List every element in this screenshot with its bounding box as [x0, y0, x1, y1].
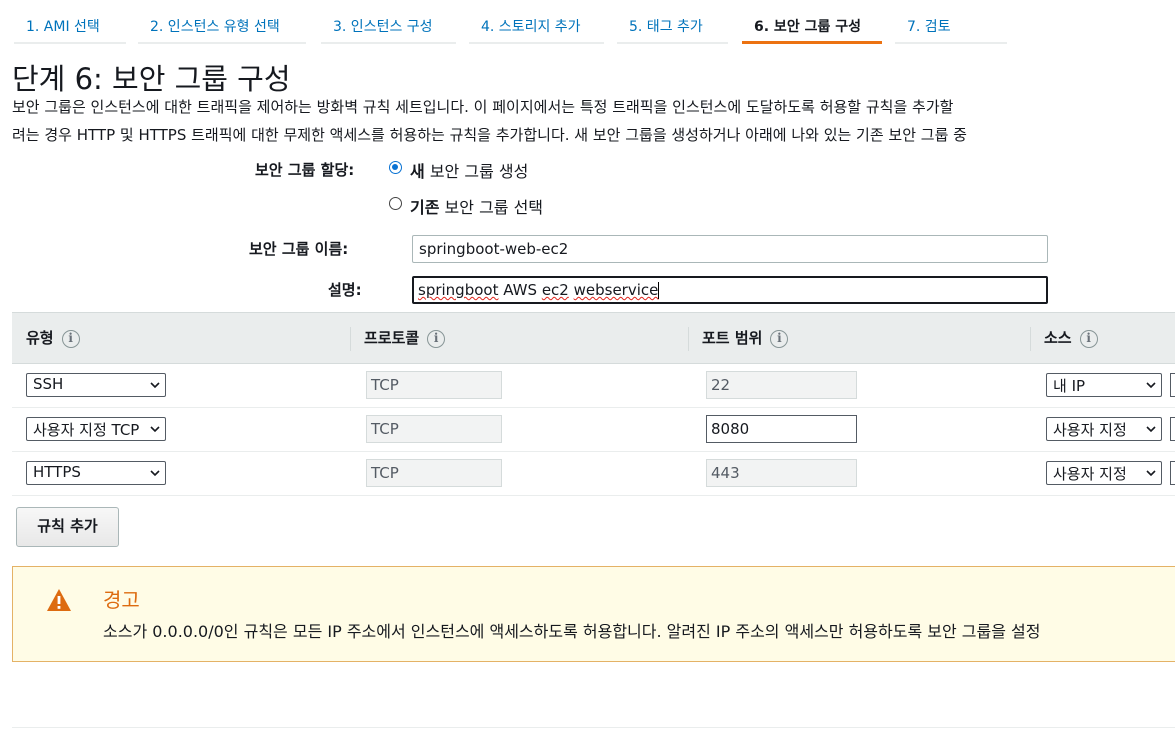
chevron-down-icon — [150, 470, 160, 477]
radio-existing-label[interactable]: 기존 보안 그룹 선택 — [410, 194, 543, 218]
column-divider — [688, 327, 689, 351]
rule-type-select[interactable]: 사용자 지정 TCP — [26, 417, 166, 441]
rule-source-cidr-input[interactable] — [1170, 373, 1175, 397]
rule-port-input[interactable]: 8080 — [706, 415, 857, 443]
rule-type-select[interactable]: SSH — [26, 373, 166, 397]
column-divider — [350, 327, 351, 351]
wizard-step-ami[interactable]: 1. AMI 선택 — [14, 0, 126, 44]
description-input[interactable]: springboot AWS ec2 webservice — [412, 276, 1048, 304]
warning-alert: 경고 소스가 0.0.0.0/0인 규칙은 모든 IP 주소에서 인스턴스에 액… — [12, 566, 1175, 662]
wizard-step-tags[interactable]: 5. 태그 추가 — [617, 0, 728, 44]
chevron-down-icon — [1146, 382, 1156, 389]
radio-existing-security-group[interactable] — [389, 197, 402, 210]
header-source: 소스 i — [1044, 327, 1098, 348]
page-description-line1: 보안 그룹은 인스턴스에 대한 트래픽을 제어하는 방화벽 규칙 세트입니다. … — [12, 98, 954, 116]
chevron-down-icon — [1146, 470, 1156, 477]
info-icon[interactable]: i — [1079, 329, 1098, 348]
page-description-line2: 려는 경우 HTTP 및 HTTPS 트래픽에 대한 무제한 액세스를 허용하는… — [12, 126, 967, 144]
rule-type-select[interactable]: HTTPS — [26, 461, 166, 485]
wizard-step-configure[interactable]: 3. 인스턴스 구성 — [321, 0, 456, 44]
rule-source-select[interactable]: 내 IP — [1046, 373, 1162, 397]
radio-new-security-group[interactable] — [389, 161, 402, 174]
wizard-step-instance-type[interactable]: 2. 인스턴스 유형 선택 — [138, 0, 306, 44]
header-port-range: 포트 범위 i — [702, 327, 789, 348]
rule-port-field: 443 — [706, 459, 857, 487]
footer-divider — [12, 727, 1175, 728]
info-icon[interactable]: i — [427, 329, 446, 348]
wizard-step-security-group[interactable]: 6. 보안 그룹 구성 — [742, 0, 882, 44]
row-divider — [12, 407, 1175, 408]
info-icon[interactable]: i — [770, 329, 789, 348]
chevron-down-icon — [1146, 426, 1156, 433]
wizard-step-review[interactable]: 7. 검토 — [895, 0, 1007, 44]
security-group-name-input[interactable]: springboot-web-ec2 — [412, 235, 1048, 263]
row-divider — [12, 495, 1175, 496]
radio-new-label[interactable]: 새 보안 그룹 생성 — [410, 158, 528, 182]
warning-icon — [47, 589, 71, 611]
wizard-step-storage[interactable]: 4. 스토리지 추가 — [469, 0, 604, 44]
rule-source-cidr-input[interactable] — [1170, 417, 1175, 441]
rule-protocol-field: TCP — [366, 371, 502, 399]
rule-protocol-field: TCP — [366, 415, 502, 443]
chevron-down-icon — [150, 426, 160, 433]
header-type: 유형 i — [26, 327, 80, 348]
rule-port-field: 22 — [706, 371, 857, 399]
description-label: 설명: — [328, 281, 362, 299]
rule-source-select[interactable]: 사용자 지정 — [1046, 417, 1162, 441]
info-icon[interactable]: i — [61, 329, 80, 348]
rules-table-header: 유형 i 프로토콜 i 포트 범위 i 소스 i — [12, 312, 1175, 364]
assign-security-group-label: 보안 그룹 할당: — [255, 161, 355, 179]
text-cursor — [658, 282, 660, 299]
security-group-name-label: 보안 그룹 이름: — [249, 240, 349, 258]
add-rule-button[interactable]: 규칙 추가 — [16, 507, 119, 547]
column-divider — [1030, 327, 1031, 351]
rule-source-select[interactable]: 사용자 지정 — [1046, 461, 1162, 485]
rule-source-cidr-input[interactable] — [1170, 461, 1175, 485]
page-title: 단계 6: 보안 그룹 구성 — [12, 62, 291, 96]
warning-title: 경고 — [103, 588, 140, 612]
warning-text: 소스가 0.0.0.0/0인 규칙은 모든 IP 주소에서 인스턴스에 액세스하… — [103, 622, 1041, 641]
header-protocol: 프로토콜 i — [364, 327, 446, 348]
rule-protocol-field: TCP — [366, 459, 502, 487]
row-divider — [12, 451, 1175, 452]
chevron-down-icon — [150, 382, 160, 389]
